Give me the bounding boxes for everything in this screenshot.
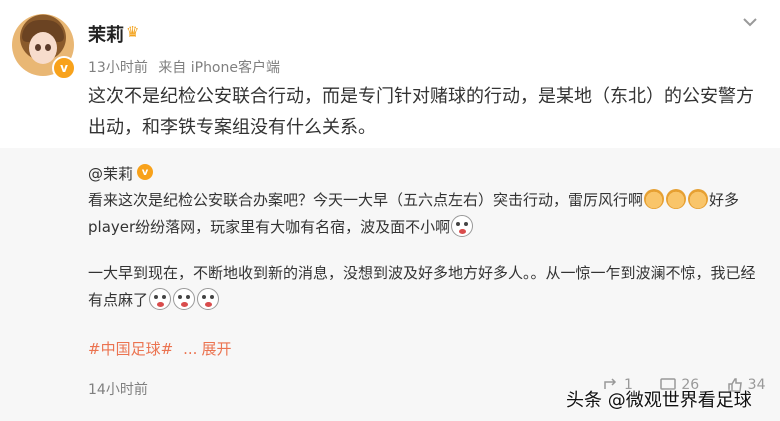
ellipsis: ... — [183, 340, 198, 358]
quoted-author[interactable]: @茉莉 — [88, 163, 133, 184]
quoted-verified-badge-icon: v — [137, 164, 153, 180]
post-text: 这次不是纪检公安联合行动，而是专门针对赌球的行动，是某地（东北）的公安警方出动，… — [88, 86, 754, 138]
quoted-time[interactable]: 14小时前 — [88, 379, 148, 399]
post-meta: 13小时前 来自 iPhone客户端 — [88, 57, 280, 77]
crying-emoji-icon — [197, 288, 220, 310]
verified-badge-icon: v — [52, 56, 76, 80]
quoted-text-line: 看来这次是纪检公安联合办案吧？今天一大早（五六点左右）突击行动，雷厉风行啊 好多 — [88, 186, 768, 214]
post-source: 来自 iPhone客户端 — [158, 60, 280, 76]
watermark: 头条 @微观世界看足球 — [566, 390, 752, 411]
quoted-text-line: 有点麻了 — [88, 286, 768, 314]
crying-emoji-icon — [173, 288, 196, 310]
fist-emoji-icon — [688, 189, 709, 209]
avatar-eye — [35, 44, 41, 51]
quoted-text-line: 一大早到现在，不断地收到新的消息，没想到波及好多地方好多人。。从一惊一乍到波澜不… — [88, 259, 768, 287]
fist-emoji-icon — [644, 189, 665, 209]
quoted-tags: #中国足球#... 展开 — [88, 338, 231, 359]
expand-link[interactable]: 展开 — [201, 340, 231, 358]
crown-icon: ♛ — [126, 23, 140, 41]
quoted-text-segment: 有点麻了 — [88, 291, 149, 309]
quoted-text-segment: player纷纷落网，玩家里有大咖有名宿，波及面不小啊 — [88, 218, 451, 236]
author-name[interactable]: 茉莉 — [88, 21, 124, 47]
chevron-down-icon[interactable] — [740, 12, 760, 32]
topic-tag[interactable]: #中国足球# — [88, 340, 173, 358]
post-time[interactable]: 13小时前 — [88, 60, 148, 76]
quoted-text-segment: 一大早到现在，不断地收到新的消息，没想到波及好多地方好多人。。从一惊一乍到波澜不… — [88, 264, 756, 282]
crying-emoji-icon — [451, 215, 474, 237]
quoted-text-segment: 好多 — [709, 191, 740, 209]
fist-emoji-icon — [666, 189, 687, 209]
crying-emoji-icon — [149, 288, 172, 310]
avatar-eye — [45, 44, 51, 51]
avatar-face — [29, 32, 57, 64]
quoted-text-segment: 看来这次是纪检公安联合办案吧？今天一大早（五六点左右）突击行动，雷厉风行啊 — [88, 191, 644, 209]
quoted-text-line: player纷纷落网，玩家里有大咖有名宿，波及面不小啊 — [88, 213, 768, 241]
